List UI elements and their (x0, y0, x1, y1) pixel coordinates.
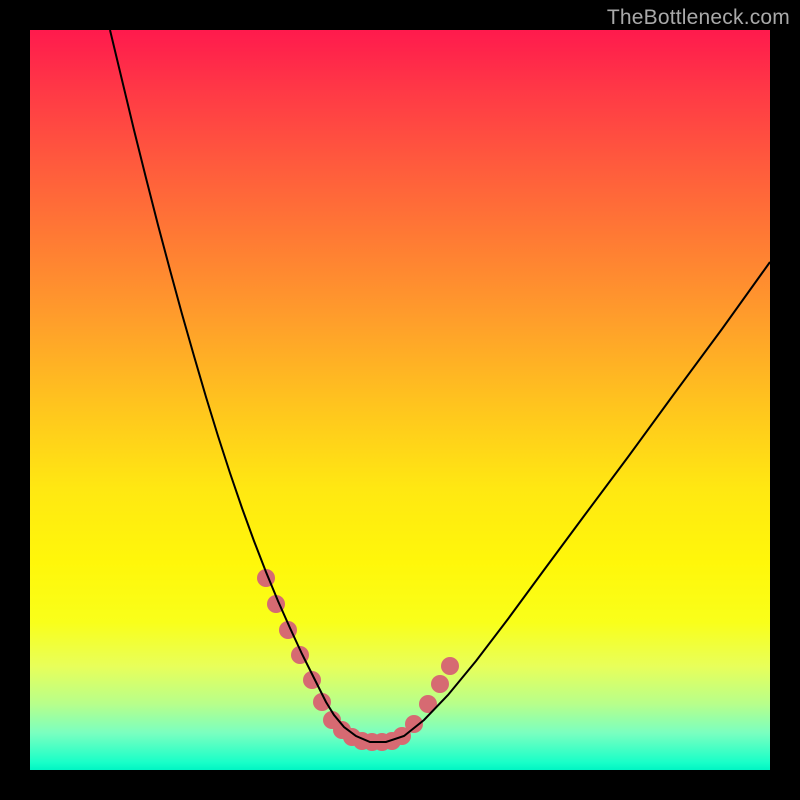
bottleneck-chart (30, 30, 770, 770)
v-curve (110, 30, 770, 742)
highlight-dots-group (257, 569, 459, 751)
chart-frame (30, 30, 770, 770)
highlight-dot (441, 657, 459, 675)
watermark-text: TheBottleneck.com (607, 6, 790, 30)
highlight-dot (431, 675, 449, 693)
